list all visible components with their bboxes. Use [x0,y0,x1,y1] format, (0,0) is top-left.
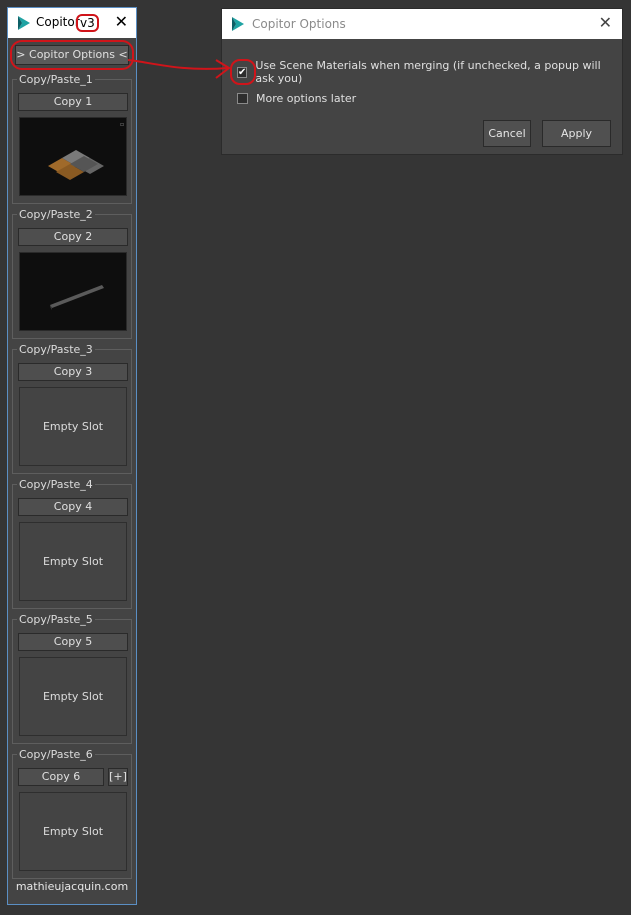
cancel-button[interactable]: Cancel [483,120,531,147]
copy-4-button[interactable]: Copy 4 [18,498,128,516]
copy-paste-slot-5: Copy/Paste_5 Copy 5 Empty Slot [12,614,132,744]
footer-website[interactable]: mathieujacquin.com [8,880,136,893]
empty-slot[interactable]: Empty Slot [19,387,127,466]
empty-slot[interactable]: Empty Slot [19,522,127,601]
slot-label: Copy/Paste_5 [17,613,95,626]
scene-thumbnail-image: ▫ [20,118,126,195]
slot-thumbnail[interactable] [19,252,127,331]
copitor-window: Copitor v3 ✕ > Copitor Options < Copy/Pa… [7,7,137,905]
copy-paste-slot-2: Copy/Paste_2 Copy 2 [12,209,132,339]
close-icon[interactable]: ✕ [115,12,128,31]
close-icon[interactable]: ✕ [599,13,612,32]
dialog-title: Copitor Options [252,17,346,31]
copy-5-button[interactable]: Copy 5 [18,633,128,651]
copy-paste-slot-3: Copy/Paste_3 Copy 3 Empty Slot [12,344,132,474]
empty-slot[interactable]: Empty Slot [19,792,127,871]
slot-label: Copy/Paste_3 [17,343,95,356]
app-logo-icon [18,16,30,30]
slot-label: Copy/Paste_6 [17,748,95,761]
empty-slot[interactable]: Empty Slot [19,657,127,736]
window-title: Copitor [36,15,80,29]
option-use-scene-materials[interactable]: ✔ Use Scene Materials when merging (if u… [237,59,622,85]
copitor-options-button[interactable]: > Copitor Options < [15,45,129,65]
option-label: Use Scene Materials when merging (if unc… [255,59,601,85]
option-more-options[interactable]: More options later [237,91,356,105]
apply-button[interactable]: Apply [542,120,611,147]
scene-thumbnail-image [20,253,126,330]
copy-1-button[interactable]: Copy 1 [18,93,128,111]
slot-label: Copy/Paste_2 [17,208,95,221]
svg-text:▫: ▫ [120,121,124,128]
slot-thumbnail[interactable]: ▫ [19,117,127,196]
checkbox-checked[interactable]: ✔ [237,66,248,78]
copitor-options-dialog: Copitor Options ✕ ✔ Use Scene Materials … [221,8,623,155]
copy-2-button[interactable]: Copy 2 [18,228,128,246]
add-slot-button[interactable]: [+] [108,768,128,786]
window-version: v3 [76,14,99,32]
checkbox-unchecked[interactable] [237,92,248,104]
copy-3-button[interactable]: Copy 3 [18,363,128,381]
copy-paste-slot-4: Copy/Paste_4 Copy 4 Empty Slot [12,479,132,609]
slot-label: Copy/Paste_4 [17,478,95,491]
copitor-titlebar[interactable]: Copitor v3 ✕ [8,8,136,38]
copy-6-button[interactable]: Copy 6 [18,768,104,786]
app-logo-icon [232,17,244,31]
copy-paste-slot-1: Copy/Paste_1 Copy 1 ▫ [12,74,132,204]
copy-paste-slot-6: Copy/Paste_6 Copy 6 [+] Empty Slot [12,749,132,879]
slot-label: Copy/Paste_1 [17,73,95,86]
option-label: More options later [256,91,357,105]
dialog-titlebar[interactable]: Copitor Options ✕ [222,9,622,39]
